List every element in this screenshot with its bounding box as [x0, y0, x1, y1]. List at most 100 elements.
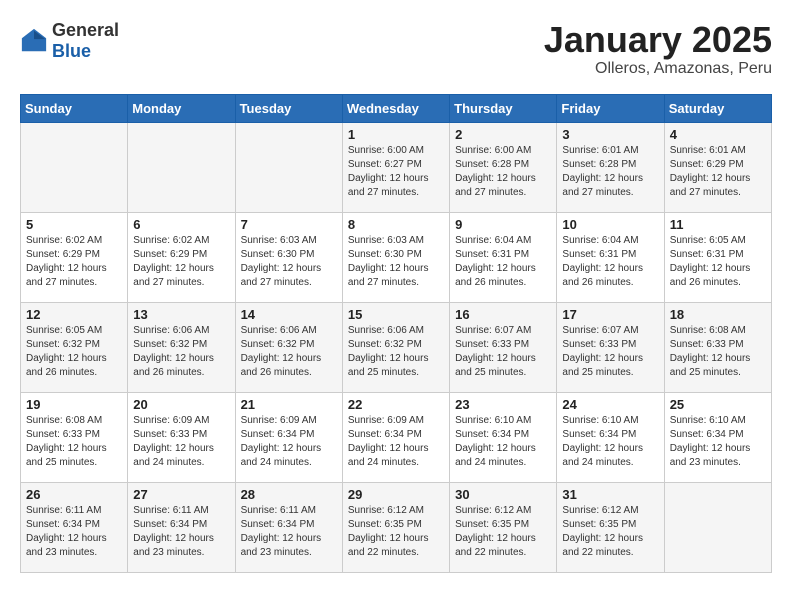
day-number: 31 [562, 487, 658, 502]
day-info: Sunrise: 6:06 AMSunset: 6:32 PMDaylight:… [241, 325, 322, 378]
calendar-day-cell [235, 122, 342, 212]
calendar-week-row: 1 Sunrise: 6:00 AMSunset: 6:27 PMDayligh… [21, 122, 772, 212]
day-info: Sunrise: 6:00 AMSunset: 6:28 PMDaylight:… [455, 145, 536, 198]
day-info: Sunrise: 6:01 AMSunset: 6:29 PMDaylight:… [670, 145, 751, 198]
day-info: Sunrise: 6:04 AMSunset: 6:31 PMDaylight:… [455, 235, 536, 288]
calendar-week-row: 26 Sunrise: 6:11 AMSunset: 6:34 PMDaylig… [21, 482, 772, 572]
day-number: 30 [455, 487, 551, 502]
calendar-day-cell: 7 Sunrise: 6:03 AMSunset: 6:30 PMDayligh… [235, 212, 342, 302]
day-number: 27 [133, 487, 229, 502]
day-info: Sunrise: 6:12 AMSunset: 6:35 PMDaylight:… [455, 505, 536, 558]
calendar-day-cell: 15 Sunrise: 6:06 AMSunset: 6:32 PMDaylig… [342, 302, 449, 392]
day-info: Sunrise: 6:09 AMSunset: 6:33 PMDaylight:… [133, 415, 214, 468]
day-of-week-header: Friday [557, 94, 664, 122]
day-info: Sunrise: 6:11 AMSunset: 6:34 PMDaylight:… [26, 505, 107, 558]
day-number: 7 [241, 217, 337, 232]
day-number: 12 [26, 307, 122, 322]
day-number: 23 [455, 397, 551, 412]
day-of-week-header: Thursday [450, 94, 557, 122]
calendar-day-cell: 10 Sunrise: 6:04 AMSunset: 6:31 PMDaylig… [557, 212, 664, 302]
day-info: Sunrise: 6:02 AMSunset: 6:29 PMDaylight:… [26, 235, 107, 288]
day-info: Sunrise: 6:06 AMSunset: 6:32 PMDaylight:… [348, 325, 429, 378]
day-number: 16 [455, 307, 551, 322]
day-number: 17 [562, 307, 658, 322]
calendar-day-cell: 8 Sunrise: 6:03 AMSunset: 6:30 PMDayligh… [342, 212, 449, 302]
calendar-day-cell: 13 Sunrise: 6:06 AMSunset: 6:32 PMDaylig… [128, 302, 235, 392]
calendar-day-cell: 18 Sunrise: 6:08 AMSunset: 6:33 PMDaylig… [664, 302, 771, 392]
day-info: Sunrise: 6:02 AMSunset: 6:29 PMDaylight:… [133, 235, 214, 288]
calendar-day-cell: 22 Sunrise: 6:09 AMSunset: 6:34 PMDaylig… [342, 392, 449, 482]
day-info: Sunrise: 6:11 AMSunset: 6:34 PMDaylight:… [133, 505, 214, 558]
calendar-day-cell: 26 Sunrise: 6:11 AMSunset: 6:34 PMDaylig… [21, 482, 128, 572]
calendar-day-cell [664, 482, 771, 572]
day-info: Sunrise: 6:03 AMSunset: 6:30 PMDaylight:… [241, 235, 322, 288]
calendar-day-cell: 24 Sunrise: 6:10 AMSunset: 6:34 PMDaylig… [557, 392, 664, 482]
day-info: Sunrise: 6:00 AMSunset: 6:27 PMDaylight:… [348, 145, 429, 198]
calendar-day-cell: 12 Sunrise: 6:05 AMSunset: 6:32 PMDaylig… [21, 302, 128, 392]
calendar-day-cell: 25 Sunrise: 6:10 AMSunset: 6:34 PMDaylig… [664, 392, 771, 482]
day-info: Sunrise: 6:06 AMSunset: 6:32 PMDaylight:… [133, 325, 214, 378]
day-of-week-header: Saturday [664, 94, 771, 122]
day-number: 11 [670, 217, 766, 232]
calendar-day-cell: 31 Sunrise: 6:12 AMSunset: 6:35 PMDaylig… [557, 482, 664, 572]
day-info: Sunrise: 6:05 AMSunset: 6:31 PMDaylight:… [670, 235, 751, 288]
day-info: Sunrise: 6:10 AMSunset: 6:34 PMDaylight:… [455, 415, 536, 468]
calendar-day-cell: 29 Sunrise: 6:12 AMSunset: 6:35 PMDaylig… [342, 482, 449, 572]
day-of-week-header: Wednesday [342, 94, 449, 122]
calendar-day-cell: 27 Sunrise: 6:11 AMSunset: 6:34 PMDaylig… [128, 482, 235, 572]
day-of-week-header: Sunday [21, 94, 128, 122]
day-number: 19 [26, 397, 122, 412]
day-number: 20 [133, 397, 229, 412]
calendar-day-cell: 28 Sunrise: 6:11 AMSunset: 6:34 PMDaylig… [235, 482, 342, 572]
calendar-day-cell: 20 Sunrise: 6:09 AMSunset: 6:33 PMDaylig… [128, 392, 235, 482]
calendar-day-cell: 17 Sunrise: 6:07 AMSunset: 6:33 PMDaylig… [557, 302, 664, 392]
day-of-week-header: Monday [128, 94, 235, 122]
calendar-day-cell: 11 Sunrise: 6:05 AMSunset: 6:31 PMDaylig… [664, 212, 771, 302]
day-info: Sunrise: 6:07 AMSunset: 6:33 PMDaylight:… [562, 325, 643, 378]
calendar-day-cell: 14 Sunrise: 6:06 AMSunset: 6:32 PMDaylig… [235, 302, 342, 392]
calendar-day-cell: 1 Sunrise: 6:00 AMSunset: 6:27 PMDayligh… [342, 122, 449, 212]
calendar-day-cell: 2 Sunrise: 6:00 AMSunset: 6:28 PMDayligh… [450, 122, 557, 212]
day-info: Sunrise: 6:10 AMSunset: 6:34 PMDaylight:… [670, 415, 751, 468]
days-header-row: SundayMondayTuesdayWednesdayThursdayFrid… [21, 94, 772, 122]
day-info: Sunrise: 6:07 AMSunset: 6:33 PMDaylight:… [455, 325, 536, 378]
day-of-week-header: Tuesday [235, 94, 342, 122]
day-number: 13 [133, 307, 229, 322]
day-info: Sunrise: 6:12 AMSunset: 6:35 PMDaylight:… [348, 505, 429, 558]
day-info: Sunrise: 6:10 AMSunset: 6:34 PMDaylight:… [562, 415, 643, 468]
day-number: 3 [562, 127, 658, 142]
calendar-subtitle: Olleros, Amazonas, Peru [544, 60, 772, 78]
day-number: 2 [455, 127, 551, 142]
logo-text-general: General [52, 20, 119, 40]
page-header: General Blue January 2025 Olleros, Amazo… [20, 20, 772, 78]
calendar-day-cell: 4 Sunrise: 6:01 AMSunset: 6:29 PMDayligh… [664, 122, 771, 212]
day-number: 4 [670, 127, 766, 142]
day-number: 8 [348, 217, 444, 232]
day-number: 22 [348, 397, 444, 412]
day-number: 18 [670, 307, 766, 322]
day-number: 28 [241, 487, 337, 502]
calendar-day-cell: 19 Sunrise: 6:08 AMSunset: 6:33 PMDaylig… [21, 392, 128, 482]
calendar-table: SundayMondayTuesdayWednesdayThursdayFrid… [20, 94, 772, 573]
day-number: 25 [670, 397, 766, 412]
calendar-day-cell: 16 Sunrise: 6:07 AMSunset: 6:33 PMDaylig… [450, 302, 557, 392]
calendar-day-cell: 5 Sunrise: 6:02 AMSunset: 6:29 PMDayligh… [21, 212, 128, 302]
day-info: Sunrise: 6:08 AMSunset: 6:33 PMDaylight:… [26, 415, 107, 468]
calendar-day-cell: 21 Sunrise: 6:09 AMSunset: 6:34 PMDaylig… [235, 392, 342, 482]
calendar-day-cell: 3 Sunrise: 6:01 AMSunset: 6:28 PMDayligh… [557, 122, 664, 212]
day-info: Sunrise: 6:01 AMSunset: 6:28 PMDaylight:… [562, 145, 643, 198]
calendar-day-cell [21, 122, 128, 212]
day-info: Sunrise: 6:11 AMSunset: 6:34 PMDaylight:… [241, 505, 322, 558]
calendar-week-row: 19 Sunrise: 6:08 AMSunset: 6:33 PMDaylig… [21, 392, 772, 482]
day-info: Sunrise: 6:03 AMSunset: 6:30 PMDaylight:… [348, 235, 429, 288]
day-number: 5 [26, 217, 122, 232]
day-number: 15 [348, 307, 444, 322]
calendar-day-cell: 6 Sunrise: 6:02 AMSunset: 6:29 PMDayligh… [128, 212, 235, 302]
logo-icon [20, 27, 48, 55]
day-number: 6 [133, 217, 229, 232]
day-number: 26 [26, 487, 122, 502]
day-info: Sunrise: 6:04 AMSunset: 6:31 PMDaylight:… [562, 235, 643, 288]
day-number: 14 [241, 307, 337, 322]
day-number: 10 [562, 217, 658, 232]
day-number: 21 [241, 397, 337, 412]
